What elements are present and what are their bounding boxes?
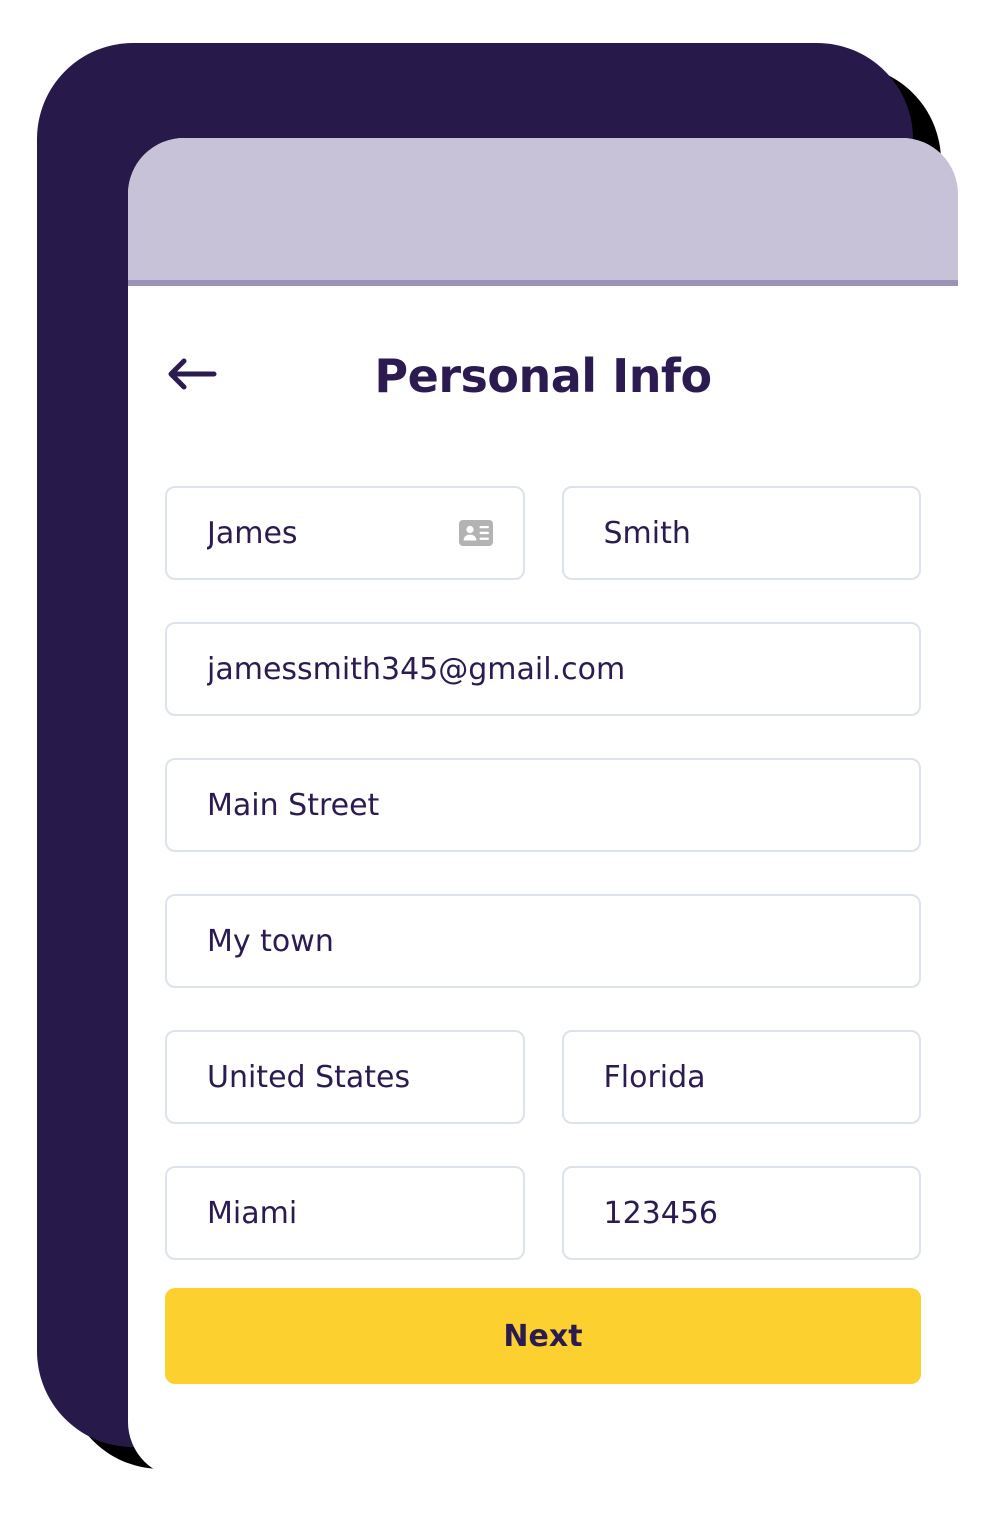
town-row: My town (165, 894, 921, 988)
personal-info-form: James Smith jamessmith345@gmail.com Main… (165, 486, 921, 1384)
back-button[interactable] (163, 347, 221, 405)
state-value: Florida (603, 1059, 706, 1095)
street-row: Main Street (165, 758, 921, 852)
city-zip-row: Miami 123456 (165, 1166, 921, 1260)
screenshot-stage: Personal Info James Smith jamessmith345@… (0, 0, 1004, 1527)
email-value: jamessmith345@gmail.com (207, 651, 626, 687)
last-name-value: Smith (603, 515, 691, 551)
zip-value: 123456 (603, 1195, 719, 1231)
town-value: My town (207, 923, 334, 959)
city-value: Miami (207, 1195, 298, 1231)
country-value: United States (207, 1059, 411, 1095)
street-input[interactable]: Main Street (165, 758, 921, 852)
first-name-value: James (207, 515, 298, 551)
app-header: Personal Info (128, 286, 958, 466)
phone-screen: Personal Info James Smith jamessmith345@… (128, 138, 958, 1478)
email-row: jamessmith345@gmail.com (165, 622, 921, 716)
city-input[interactable]: Miami (165, 1166, 525, 1260)
first-name-input[interactable]: James (165, 486, 525, 580)
zip-input[interactable]: 123456 (561, 1166, 921, 1260)
last-name-input[interactable]: Smith (561, 486, 921, 580)
country-input[interactable]: United States (165, 1030, 525, 1124)
page-title: Personal Info (374, 349, 712, 403)
status-bar (128, 138, 958, 280)
state-input[interactable]: Florida (561, 1030, 921, 1124)
arrow-left-icon (167, 357, 217, 395)
phone-frame: Personal Info James Smith jamessmith345@… (37, 43, 958, 1478)
country-state-row: United States Florida (165, 1030, 921, 1124)
email-input[interactable]: jamessmith345@gmail.com (165, 622, 921, 716)
next-button[interactable]: Next (165, 1288, 921, 1384)
contact-card-icon (458, 520, 493, 546)
town-input[interactable]: My town (165, 894, 921, 988)
name-row: James Smith (165, 486, 921, 580)
street-value: Main Street (207, 787, 380, 823)
